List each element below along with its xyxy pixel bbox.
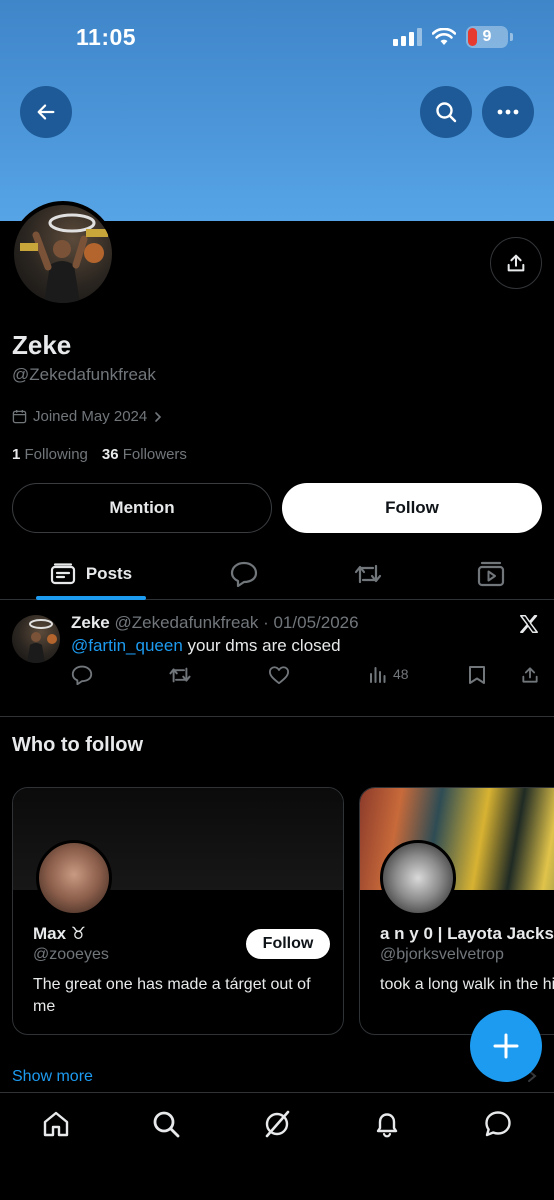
post-like-button[interactable] [268, 665, 290, 685]
post-actions: 48 [71, 665, 543, 689]
post-views-count: 48 [393, 666, 409, 682]
post-share-button[interactable] [520, 665, 540, 685]
share-icon [522, 667, 538, 683]
repost-icon [169, 667, 191, 683]
follow-counts: 1 Following 36 Followers [12, 446, 187, 463]
tab-replies[interactable] [218, 548, 270, 600]
post-meta: @Zekedafunkfreak · 01/05/2026 [114, 613, 359, 632]
tab-media[interactable] [465, 548, 517, 600]
card-name: Max ♉ [33, 924, 87, 943]
battery-icon: 9 [466, 26, 513, 48]
card-name: a n y 0 | Layota Jackson [380, 924, 554, 943]
who-to-follow-title: Who to follow [12, 734, 144, 756]
joined-label: Joined May 2024 [33, 408, 148, 425]
post-author[interactable]: Zeke [71, 613, 110, 632]
back-arrow-icon [37, 104, 55, 120]
calendar-icon [12, 409, 27, 424]
nav-home[interactable] [41, 1109, 71, 1139]
bookmark-icon [469, 666, 485, 684]
share-profile-button[interactable] [490, 237, 542, 289]
grok-icon [265, 1110, 290, 1138]
chevron-right-icon [155, 411, 162, 422]
status-icons: 9 [393, 26, 513, 48]
home-icon [43, 1111, 69, 1137]
battery-level: 9 [482, 28, 492, 45]
tab-reposts[interactable] [342, 548, 394, 600]
plus-icon [493, 1033, 519, 1059]
profile-avatar[interactable] [10, 201, 116, 307]
post-text: @fartin_queen your dms are closed [71, 636, 341, 656]
card-bio: The great one has made a tárget out of m… [33, 976, 311, 1015]
joined-date[interactable]: Joined May 2024 [12, 408, 163, 425]
avatar-image [20, 213, 108, 303]
pinned-post[interactable]: Zeke @Zekedafunkfreak · 01/05/2026 @fart… [0, 601, 554, 717]
suggested-user-card[interactable]: Max ♉ @zooeyes The great one has made a … [12, 787, 344, 1035]
more-button[interactable] [482, 86, 534, 138]
more-icon [497, 109, 519, 115]
reply-icon [71, 665, 93, 685]
mention-button[interactable]: Mention [12, 483, 272, 533]
post-repost-button[interactable] [168, 665, 192, 685]
bell-icon [376, 1113, 398, 1138]
messages-icon [485, 1111, 511, 1137]
nav-grok[interactable] [262, 1109, 292, 1139]
card-handle: @zooeyes [33, 946, 109, 963]
nav-messages[interactable] [483, 1109, 513, 1139]
post-avatar[interactable] [12, 615, 60, 663]
profile-handle: @Zekedafunkfreak [12, 365, 156, 384]
card-bio: took a long walk in the hide from [380, 976, 554, 993]
wifi-icon [432, 28, 456, 45]
profile-name: Zeke [12, 330, 72, 360]
compose-post-button[interactable] [470, 1010, 542, 1082]
search-icon [153, 1111, 180, 1138]
signal-icon [393, 28, 422, 46]
following-link[interactable]: 1 Following [12, 446, 88, 463]
search-icon [436, 102, 457, 123]
followers-link[interactable]: 36 Followers [102, 446, 187, 463]
share-icon [507, 254, 525, 272]
card-avatar[interactable] [380, 840, 456, 916]
x-logo-icon [520, 615, 538, 633]
show-more-link[interactable]: Show more [12, 1068, 93, 1086]
follow-button[interactable]: Follow [282, 483, 542, 533]
card-handle: @bjorksvelvetrop [380, 946, 504, 963]
status-time: 11:05 [76, 24, 137, 50]
back-button[interactable] [20, 86, 72, 138]
card-avatar[interactable] [36, 840, 112, 916]
nav-search[interactable] [151, 1109, 181, 1139]
bottom-navigation [0, 1092, 554, 1200]
card-follow-button[interactable]: Follow [246, 929, 330, 959]
profile-tabs: Posts [0, 548, 554, 600]
post-reply-button[interactable] [71, 665, 93, 685]
tab-posts-label: Posts [85, 564, 133, 583]
repost-icon [354, 564, 382, 584]
search-button[interactable] [420, 86, 472, 138]
post-views[interactable]: 48 [369, 665, 409, 683]
like-icon [268, 666, 289, 685]
post-header: Zeke @Zekedafunkfreak · 01/05/2026 [71, 613, 359, 633]
post-body: your dms are closed [182, 636, 341, 655]
suggested-user-card[interactable]: a n y 0 | Layota Jackson @bjorksvelvetro… [359, 787, 554, 1035]
views-icon [370, 667, 386, 683]
post-bookmark-button[interactable] [468, 665, 486, 685]
media-icon [477, 561, 505, 587]
reply-icon [230, 561, 258, 587]
posts-icon [50, 563, 75, 585]
tab-posts[interactable]: Posts [36, 548, 146, 600]
post-avatar-image [27, 619, 57, 663]
post-mention-link[interactable]: @fartin_queen [71, 636, 183, 655]
nav-notifications[interactable] [372, 1109, 402, 1139]
